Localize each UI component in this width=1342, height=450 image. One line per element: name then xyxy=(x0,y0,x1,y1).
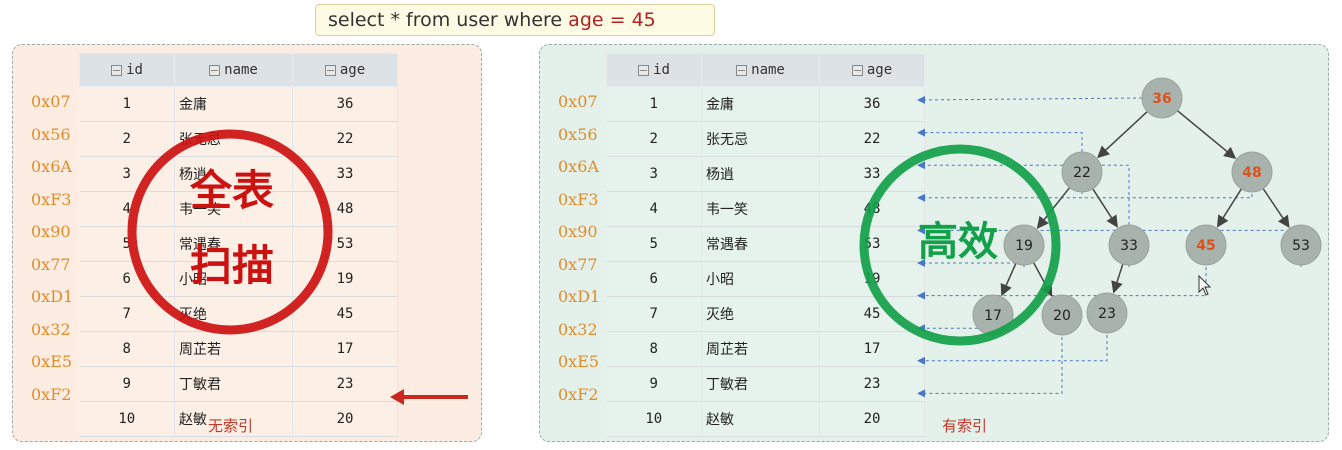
tree-node-label: 53 xyxy=(1292,238,1310,254)
full-scan-stamp-circle xyxy=(127,129,333,335)
tree-edge xyxy=(1111,263,1124,294)
tree-node-label: 19 xyxy=(1015,238,1033,254)
row-pointer-link xyxy=(917,337,1063,398)
tree-edge xyxy=(1097,111,1148,159)
tree-node-label: 20 xyxy=(1053,308,1071,324)
stamp-text-line1: 全表 xyxy=(189,166,274,215)
tree-edge xyxy=(1092,188,1118,228)
tree-node-label: 33 xyxy=(1120,238,1138,254)
row-pointer-link xyxy=(917,128,1083,194)
row-pointer-link xyxy=(917,193,1253,202)
scan-arrow-head-icon xyxy=(390,389,404,405)
tree-node-label: 23 xyxy=(1098,306,1116,322)
tree-edge xyxy=(1176,110,1237,159)
tree-edge xyxy=(1000,262,1017,297)
tree-edge xyxy=(1216,188,1242,228)
tree-node-label: 36 xyxy=(1152,91,1171,107)
row-pointer-link xyxy=(917,95,1143,104)
mouse-cursor-icon xyxy=(1198,274,1212,296)
tree-node-label: 22 xyxy=(1073,165,1091,181)
diagram-overlay: 36 22 48 19 33 45 53 17 20 23 全表 扫描 高效 xyxy=(127,77,1322,405)
stamp-text-efficient: 高效 xyxy=(918,218,998,265)
stamp-text-line2: 扫描 xyxy=(190,241,274,290)
tree-node-label: 48 xyxy=(1242,165,1261,181)
row-pointer-link xyxy=(917,267,1207,300)
tree-edge xyxy=(1262,188,1290,228)
tree-node-label: 45 xyxy=(1196,238,1215,254)
tree-node-label: 17 xyxy=(984,308,1002,324)
